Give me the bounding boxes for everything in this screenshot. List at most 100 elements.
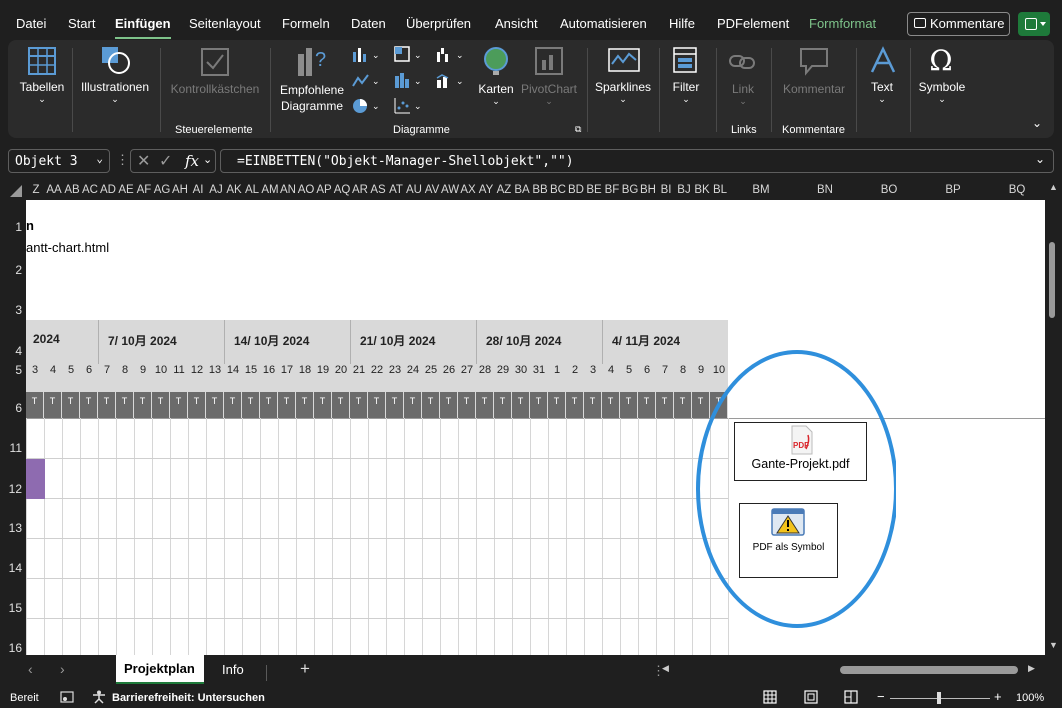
menu-formformat[interactable]: Formformat — [809, 16, 876, 31]
scroll-up-icon[interactable]: ▲ — [1049, 182, 1058, 192]
horizontal-scrollbar[interactable]: ◀ ▶ — [662, 663, 1042, 677]
column-header[interactable]: AE — [117, 184, 135, 196]
column-header[interactable]: AP — [315, 184, 333, 196]
karten-button[interactable]: Karten ⌄ — [476, 82, 516, 106]
column-header[interactable]: AH — [171, 184, 189, 196]
scroll-right-icon[interactable]: ▶ — [1028, 663, 1035, 674]
column-header[interactable]: BP — [921, 184, 985, 196]
column-header[interactable]: AF — [135, 184, 153, 196]
menu-formeln[interactable]: Formeln — [282, 16, 330, 31]
menu-datei[interactable]: Datei — [16, 16, 46, 31]
confirm-icon[interactable]: ✓ — [159, 151, 172, 171]
column-header[interactable]: AW — [441, 184, 459, 196]
row-header[interactable]: 11 — [0, 441, 22, 455]
prev-sheet-icon[interactable]: ‹ — [28, 661, 33, 677]
column-header[interactable]: AJ — [207, 184, 225, 196]
row-header[interactable]: 12 — [0, 482, 22, 496]
symbole-button[interactable]: Symbole ⌄ — [916, 80, 968, 104]
row-header[interactable]: 6 — [0, 401, 22, 415]
row-header[interactable]: 3 — [0, 303, 22, 317]
row-header[interactable]: 16 — [0, 641, 22, 655]
column-header[interactable]: AR — [351, 184, 369, 196]
column-header[interactable]: AB — [63, 184, 81, 196]
next-sheet-icon[interactable]: › — [60, 661, 65, 677]
chevron-down-icon[interactable]: ⌄ — [96, 152, 103, 165]
empfohlene-diagramme-button[interactable]: Empfohlene Diagramme — [276, 82, 348, 114]
column-header[interactable]: AA — [45, 184, 63, 196]
share-button[interactable] — [1018, 12, 1050, 36]
column-header[interactable]: BJ — [675, 184, 693, 196]
page-break-view-icon[interactable] — [844, 690, 858, 704]
scatter-chart-icon[interactable]: ⌄ — [394, 97, 424, 115]
row-header[interactable]: 4 — [0, 344, 22, 358]
menu-einfuegen[interactable]: Einfügen — [115, 16, 171, 39]
collapse-ribbon-icon[interactable]: ⌄ — [1032, 116, 1042, 130]
illustrationen-button[interactable]: Illustrationen ⌄ — [78, 80, 152, 104]
column-header[interactable]: BO — [857, 184, 921, 196]
pie-chart-icon[interactable]: ⌄ — [352, 97, 382, 115]
column-header[interactable]: AI — [189, 184, 207, 196]
column-header[interactable]: BM — [729, 184, 793, 196]
scrollbar-thumb[interactable] — [840, 666, 1018, 674]
comments-button[interactable]: Kommentare — [907, 12, 1010, 36]
page-layout-view-icon[interactable] — [804, 690, 818, 704]
worksheet[interactable]: n antt-chart.html 2024 7/ 10月 2024 14/ 10月… — [26, 200, 1045, 655]
column-header[interactable]: AS — [369, 184, 387, 196]
column-header[interactable]: AU — [405, 184, 423, 196]
menu-daten[interactable]: Daten — [351, 16, 386, 31]
column-header[interactable]: BB — [531, 184, 549, 196]
column-header[interactable]: AD — [99, 184, 117, 196]
row-header[interactable]: 14 — [0, 561, 22, 575]
name-box[interactable]: Objekt 3 ⌄ — [8, 149, 110, 173]
column-header[interactable]: AN — [279, 184, 297, 196]
column-header[interactable]: AO — [297, 184, 315, 196]
column-header[interactable]: BL — [711, 184, 729, 196]
cancel-icon[interactable]: ✕ — [137, 151, 150, 171]
column-header[interactable]: AG — [153, 184, 171, 196]
column-header[interactable]: AY — [477, 184, 495, 196]
column-header[interactable]: AX — [459, 184, 477, 196]
expand-formula-icon[interactable]: ⌄ — [1035, 152, 1045, 166]
row-header[interactable]: 13 — [0, 521, 22, 535]
normal-view-icon[interactable] — [763, 690, 777, 704]
column-header[interactable]: BA — [513, 184, 531, 196]
column-header[interactable]: BG — [621, 184, 639, 196]
scroll-down-icon[interactable]: ▼ — [1049, 640, 1058, 650]
menu-automatisieren[interactable]: Automatisieren — [560, 16, 647, 31]
menu-pdfelement[interactable]: PDFelement — [717, 16, 789, 31]
accessibility-status[interactable]: Barrierefreiheit: Untersuchen — [112, 692, 265, 704]
sparklines-button[interactable]: Sparklines ⌄ — [592, 80, 654, 104]
accessibility-icon[interactable] — [92, 690, 106, 704]
combo-chart-icon[interactable]: ⌄ — [436, 72, 466, 90]
column-header[interactable]: BD — [567, 184, 585, 196]
pivotchart-button[interactable]: PivotChart ⌄ — [518, 82, 580, 106]
column-header[interactable]: BF — [603, 184, 621, 196]
column-header[interactable]: AK — [225, 184, 243, 196]
menu-ansicht[interactable]: Ansicht — [495, 16, 538, 31]
line-chart-icon[interactable]: ⌄ — [352, 72, 382, 90]
column-header[interactable]: BI — [657, 184, 675, 196]
column-header[interactable]: BK — [693, 184, 711, 196]
filter-button[interactable]: Filter ⌄ — [664, 80, 708, 104]
menu-hilfe[interactable]: Hilfe — [669, 16, 695, 31]
menu-start[interactable]: Start — [68, 16, 95, 31]
column-header[interactable]: BE — [585, 184, 603, 196]
hierarchy-chart-icon[interactable]: ⌄ — [394, 46, 424, 64]
column-header[interactable]: AT — [387, 184, 405, 196]
column-header[interactable]: AM — [261, 184, 279, 196]
menu-ueberpruefen[interactable]: Überprüfen — [406, 16, 471, 31]
statistic-chart-icon[interactable]: ⌄ — [394, 72, 424, 90]
column-header[interactable]: AC — [81, 184, 99, 196]
tab-info[interactable]: Info — [222, 662, 244, 677]
dialog-launcher-icon[interactable]: ⧉ — [575, 124, 581, 135]
tabellen-button[interactable]: Tabellen ⌄ — [18, 80, 66, 104]
link-button[interactable]: Link ⌄ — [722, 82, 764, 106]
more-options-icon[interactable]: ⋮ — [116, 152, 129, 168]
row-header[interactable]: 15 — [0, 601, 22, 615]
column-header[interactable]: BQ — [985, 184, 1049, 196]
formula-input[interactable]: =EINBETTEN("Objekt-Manager-Shellobjekt",… — [220, 149, 1054, 173]
waterfall-chart-icon[interactable]: ⌄ — [436, 46, 466, 64]
column-header[interactable]: Z — [27, 184, 45, 196]
add-sheet-icon[interactable]: + — [300, 659, 310, 679]
text-button[interactable]: Text ⌄ — [864, 80, 900, 104]
